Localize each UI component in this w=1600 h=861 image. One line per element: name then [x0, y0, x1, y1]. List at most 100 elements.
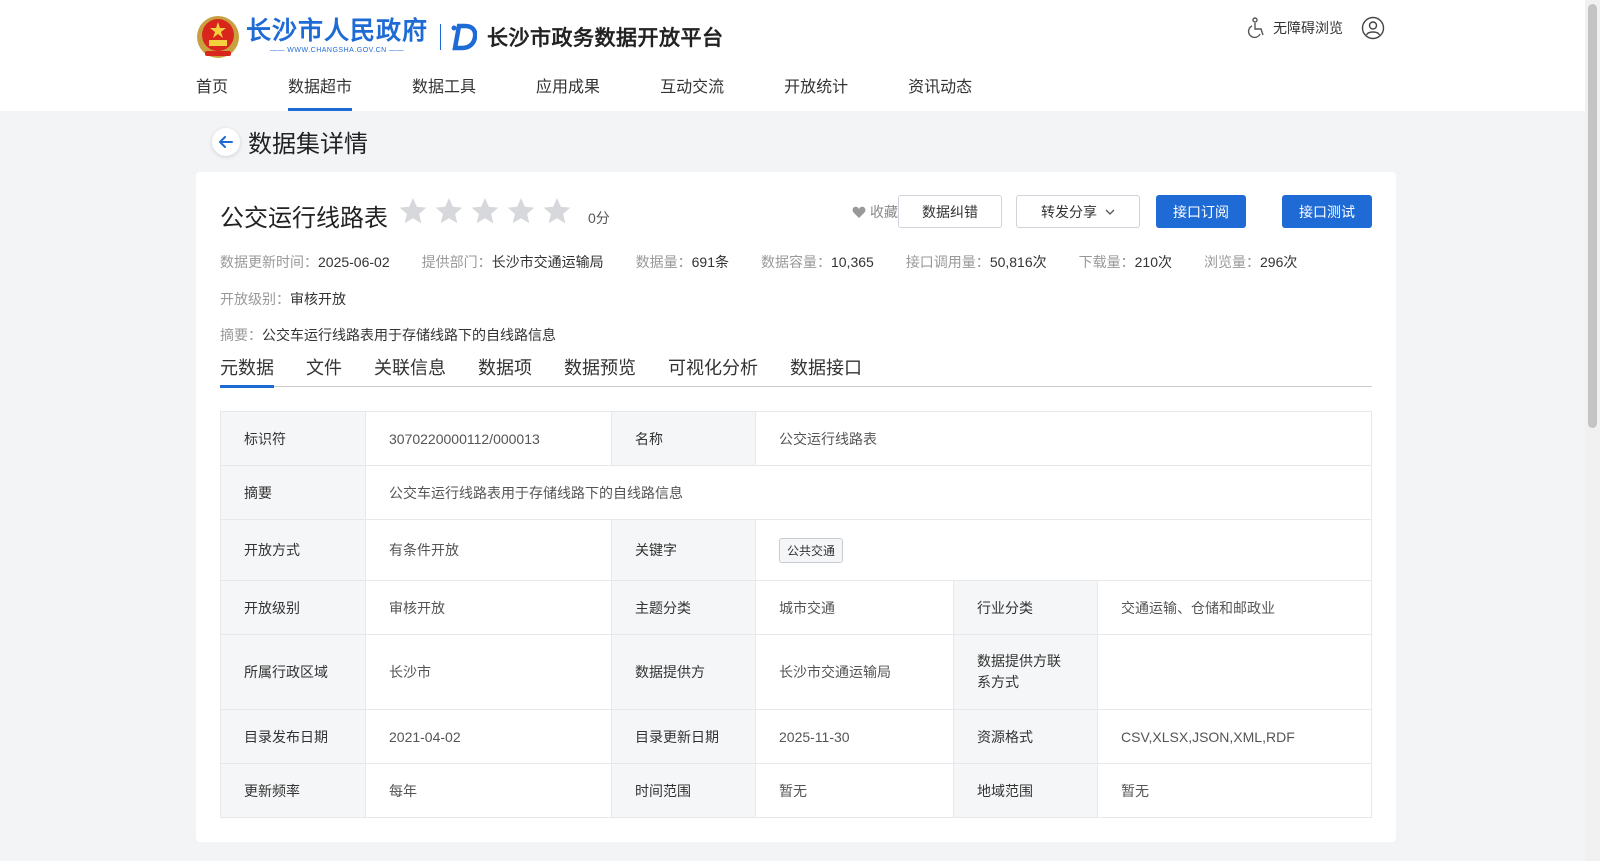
cell-value [1097, 634, 1372, 710]
cell-value: 暂无 [1097, 763, 1372, 818]
department-value: 长沙市交通运输局 [491, 254, 604, 270]
arrow-left-icon [219, 135, 233, 148]
record-count-value: 691条 [691, 254, 729, 270]
nav-data-market[interactable]: 数据超市 [288, 62, 353, 111]
table-row: 目录发布日期 2021-04-02 目录更新日期 2025-11-30 资源格式… [220, 709, 1372, 764]
site-logo[interactable]: 长沙市人民政府 —— WWW.CHANGSHA.GOV.CN —— 长沙市政务数… [196, 12, 724, 62]
tab-data-api[interactable]: 数据接口 [790, 344, 862, 387]
accessibility-button[interactable]: 无障碍浏览 [1247, 17, 1343, 39]
star-icon[interactable] [398, 196, 428, 226]
summary-value: 公交车运行线路表用于存储线路下的自线路信息 [262, 327, 556, 343]
summary-row: 摘要： 公交车运行线路表用于存储线路下的自线路信息 [220, 325, 556, 345]
scrollbar-thumb[interactable] [1588, 4, 1597, 428]
cell-label: 行业分类 [953, 580, 1098, 635]
cell-label: 目录更新日期 [611, 709, 756, 764]
favorite-label: 收藏 [870, 204, 898, 220]
cell-label: 开放方式 [220, 519, 366, 581]
tab-files[interactable]: 文件 [306, 344, 342, 387]
update-time-label: 数据更新时间： [220, 254, 318, 270]
cell-value: 公交运行线路表 [755, 411, 1372, 466]
cell-label: 时间范围 [611, 763, 756, 818]
cell-value: 长沙市交通运输局 [755, 634, 954, 710]
cell-label: 地域范围 [953, 763, 1098, 818]
cell-value: 城市交通 [755, 580, 954, 635]
dataset-card: 公交运行线路表 0分 收藏 数据纠错 转发分享 接口订阅 接口测试 数据更新时间… [196, 172, 1396, 842]
views-value: 296次 [1260, 254, 1298, 270]
national-emblem-icon [197, 16, 239, 58]
share-dropdown-button[interactable]: 转发分享 [1016, 195, 1140, 228]
cell-value: 2021-04-02 [365, 709, 612, 764]
star-icon[interactable] [470, 196, 500, 226]
cell-value: 暂无 [755, 763, 954, 818]
gov-name: 长沙市人民政府 [246, 18, 429, 45]
platform-logo-icon [451, 23, 478, 51]
rating-score: 0分 [588, 210, 610, 226]
department-label: 提供部门： [421, 254, 492, 270]
cell-label: 开放级别 [220, 580, 366, 635]
cell-value: 交通运输、仓储和邮政业 [1097, 580, 1372, 635]
table-row: 摘要 公交车运行线路表用于存储线路下的自线路信息 [220, 465, 1372, 520]
wheelchair-icon [1247, 17, 1264, 39]
logo-divider [440, 24, 442, 50]
chevron-down-icon [1105, 209, 1115, 215]
cell-label: 所属行政区域 [220, 634, 366, 710]
nav-statistics[interactable]: 开放统计 [784, 62, 848, 111]
star-icon[interactable] [434, 196, 464, 226]
tab-metadata[interactable]: 元数据 [220, 344, 274, 388]
detail-tabs: 元数据 文件 关联信息 数据项 数据预览 可视化分析 数据接口 [220, 344, 1372, 388]
data-size-label: 数据容量： [760, 254, 831, 270]
nav-data-tools[interactable]: 数据工具 [412, 62, 476, 111]
user-icon[interactable] [1361, 16, 1385, 40]
dataset-title: 公交运行线路表 [220, 205, 388, 232]
table-row: 所属行政区域 长沙市 数据提供方 长沙市交通运输局 数据提供方联系方式 [220, 634, 1372, 710]
nav-home[interactable]: 首页 [196, 62, 228, 111]
favorite-button[interactable]: 收藏 [852, 202, 898, 222]
nav-news[interactable]: 资讯动态 [908, 62, 972, 111]
star-icon[interactable] [542, 196, 572, 226]
meta-stats-row: 数据更新时间：2025-06-02 提供部门：长沙市交通运输局 数据量：691条… [220, 252, 1329, 272]
cell-value: 每年 [365, 763, 612, 818]
page-scrollbar[interactable] [1585, 0, 1600, 861]
table-row: 开放级别 审核开放 主题分类 城市交通 行业分类 交通运输、仓储和邮政业 [220, 580, 1372, 635]
data-correction-button[interactable]: 数据纠错 [898, 195, 1002, 228]
cell-label: 名称 [611, 411, 756, 466]
api-calls-label: 接口调用量： [905, 254, 990, 270]
tab-data-items[interactable]: 数据项 [478, 344, 532, 387]
accessibility-label: 无障碍浏览 [1273, 20, 1343, 36]
cell-value: 2025-11-30 [755, 709, 954, 764]
star-icon[interactable] [506, 196, 536, 226]
api-calls-value: 50,816次 [989, 254, 1047, 270]
platform-title: 长沙市政务数据开放平台 [487, 27, 724, 50]
heart-icon [852, 206, 866, 218]
cell-label: 标识符 [220, 411, 366, 466]
tab-visual-analysis[interactable]: 可视化分析 [668, 344, 758, 387]
table-row: 开放方式 有条件开放 关键字 公共交通 [220, 519, 1372, 581]
downloads-value: 210次 [1134, 254, 1172, 270]
record-count-label: 数据量： [635, 254, 692, 270]
api-subscribe-button[interactable]: 接口订阅 [1156, 195, 1246, 228]
site-header: 长沙市人民政府 —— WWW.CHANGSHA.GOV.CN —— 长沙市政务数… [0, 0, 1585, 111]
open-level-row: 开放级别： 审核开放 [220, 289, 346, 309]
nav-applications[interactable]: 应用成果 [536, 62, 600, 111]
main-nav: 首页 数据超市 数据工具 应用成果 互动交流 开放统计 资讯动态 [196, 62, 1032, 111]
update-time-value: 2025-06-02 [318, 254, 390, 270]
api-test-button[interactable]: 接口测试 [1282, 195, 1372, 228]
metadata-table: 标识符 3070220000112/000013 名称 公交运行线路表 摘要 公… [220, 411, 1372, 818]
table-row: 标识符 3070220000112/000013 名称 公交运行线路表 [220, 411, 1372, 466]
cell-label: 资源格式 [953, 709, 1098, 764]
open-level-value: 审核开放 [290, 291, 346, 307]
tab-related-info[interactable]: 关联信息 [374, 344, 446, 387]
keyword-tag[interactable]: 公共交通 [779, 537, 844, 563]
cell-label: 数据提供方联系方式 [953, 634, 1098, 710]
cell-label: 数据提供方 [611, 634, 756, 710]
gov-url: —— WWW.CHANGSHA.GOV.CN —— [269, 47, 405, 54]
cell-value: 公共交通 [755, 519, 1372, 581]
cell-value: CSV,XLSX,JSON,XML,RDF [1097, 709, 1372, 764]
tab-data-preview[interactable]: 数据预览 [564, 344, 636, 387]
cell-value: 审核开放 [365, 580, 612, 635]
back-button[interactable] [212, 127, 240, 156]
rating-stars[interactable] [398, 196, 572, 226]
cell-value: 3070220000112/000013 [365, 411, 612, 466]
cell-value: 公交车运行线路表用于存储线路下的自线路信息 [365, 465, 1372, 520]
nav-interaction[interactable]: 互动交流 [660, 62, 724, 111]
